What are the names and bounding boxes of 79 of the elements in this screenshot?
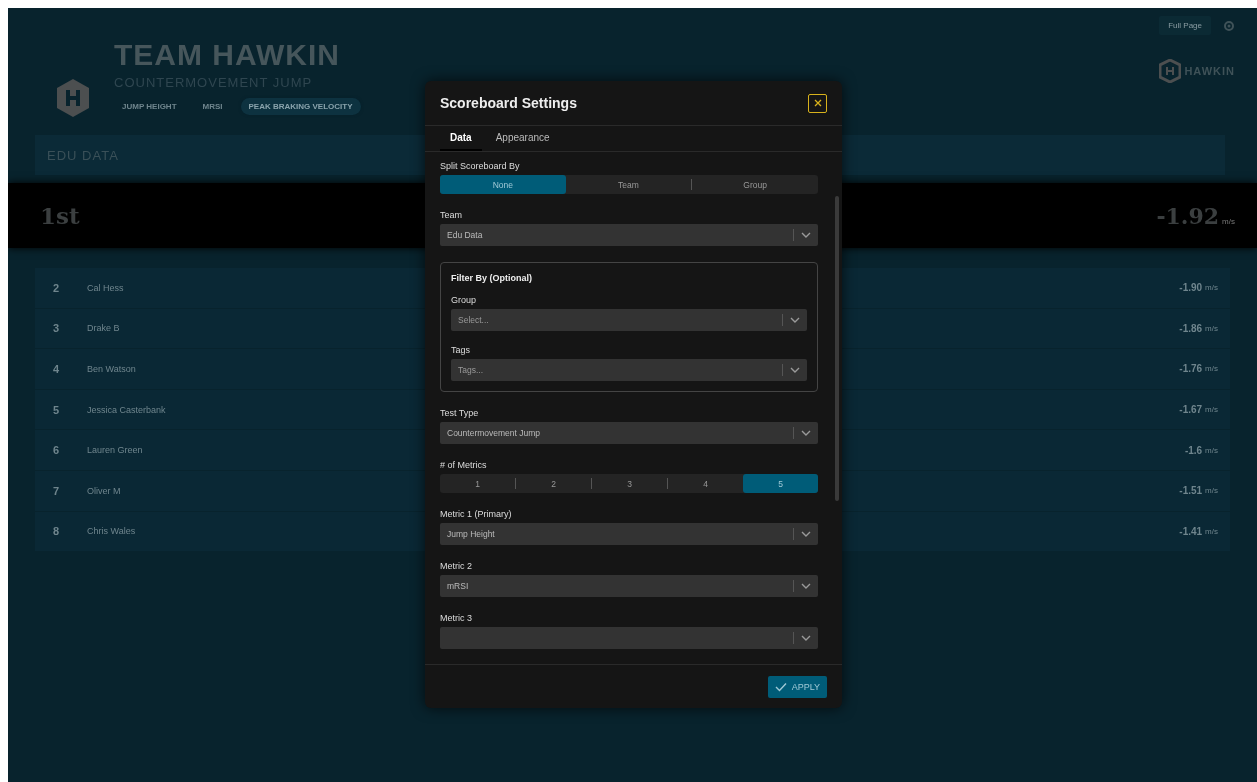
tab[interactable]: Appearance [485,126,560,151]
view-button[interactable]: Full Page [1159,16,1211,35]
segment-button[interactable]: None [440,175,566,194]
field-label: # of Metrics [440,460,488,470]
select-field[interactable]: Select... [451,309,807,331]
select-field[interactable] [440,627,818,649]
leader-rank: 1st [40,202,80,229]
hexagon-logo-icon [56,78,90,118]
score-unit: m/s [1205,323,1218,333]
field-label: Tags [451,345,471,355]
chevron-down-icon [789,315,801,325]
segment-button[interactable]: 1 [440,474,515,493]
leader-value: -1.92 [1156,202,1220,229]
metric-tab[interactable]: PEAK BRAKING VELOCITY [240,98,361,115]
settings-icon[interactable] [1223,19,1235,32]
rank-number: 4 [53,363,61,375]
chevron-down-icon [789,365,801,375]
score-value: -1.41 [1179,525,1203,537]
close-button[interactable] [808,93,827,113]
metric-tab[interactable]: MRSI [194,98,231,115]
close-icon [812,98,823,108]
field-label: Group [451,295,477,305]
rank-number: 8 [53,525,61,538]
chevron-down-icon [800,633,812,643]
athlete-name: Lauren Green [87,445,143,456]
segment-button[interactable]: Group [692,175,818,194]
score-unit: m/s [1205,445,1218,455]
segment-button[interactable]: 5 [743,474,818,493]
rank-number: 2 [53,281,61,294]
athlete-name: Oliver M [87,485,121,496]
scrollbar-thumb[interactable] [835,196,839,501]
field-label: Metric 2 [440,561,473,571]
brand-logo-icon [1159,59,1182,83]
segment-button[interactable]: 2 [516,474,591,493]
athlete-name: Jessica Casterbank [87,404,166,415]
segment-button[interactable]: 4 [668,474,743,493]
field-label: Metric 3 [440,613,473,623]
team-title: TEAM HAWKIN [114,38,341,72]
panel-title: Filter By (Optional) [451,273,533,283]
chevron-down-icon [800,529,812,539]
score-value: -1.90 [1179,282,1203,294]
chevron-down-icon [800,428,812,438]
score-unit: m/s [1205,405,1218,415]
athlete-name: Ben Watson [87,364,136,374]
field-label: Team [440,210,463,220]
athlete-name: Cal Hess [87,282,124,293]
select-field[interactable]: Jump Height [440,523,818,545]
athlete-name: Drake B [87,323,120,334]
score-unit: m/s [1205,526,1218,536]
rank-number: 3 [53,322,61,335]
select-field[interactable]: mRSI [440,575,818,597]
rank-number: 6 [53,444,61,457]
field-label: Metric 1 (Primary) [440,509,513,519]
leader-unit: m/s [1222,216,1235,226]
score-value: -1.76 [1179,363,1203,375]
chevron-down-icon [800,581,812,591]
score-value: -1.67 [1179,404,1203,416]
score-unit: m/s [1205,283,1218,293]
select-field[interactable]: Countermovement Jump [440,422,818,444]
select-field[interactable]: Tags... [451,359,807,381]
apply-button[interactable]: APPLY [767,675,827,698]
athlete-name: Chris Wales [87,526,136,537]
score-unit: m/s [1205,486,1218,496]
check-icon [774,681,787,692]
segment-button[interactable]: Team [565,175,692,194]
dialog-title: Scoreboard Settings [440,95,577,111]
score-value: -1.51 [1179,485,1203,497]
rank-number: 5 [53,403,61,416]
segment-button[interactable]: 3 [592,474,667,493]
score-unit: m/s [1205,364,1218,374]
metric-tab[interactable]: JUMP HEIGHT [114,98,185,115]
select-field[interactable]: Edu Data [440,224,818,246]
rank-number: 7 [53,484,61,497]
tab[interactable]: Data [440,126,482,151]
field-label: Test Type [440,408,480,418]
chevron-down-icon [800,230,812,240]
field-label: Split Scoreboard By [440,161,521,171]
score-value: -1.86 [1179,322,1203,334]
score-value: -1.6 [1184,444,1203,456]
